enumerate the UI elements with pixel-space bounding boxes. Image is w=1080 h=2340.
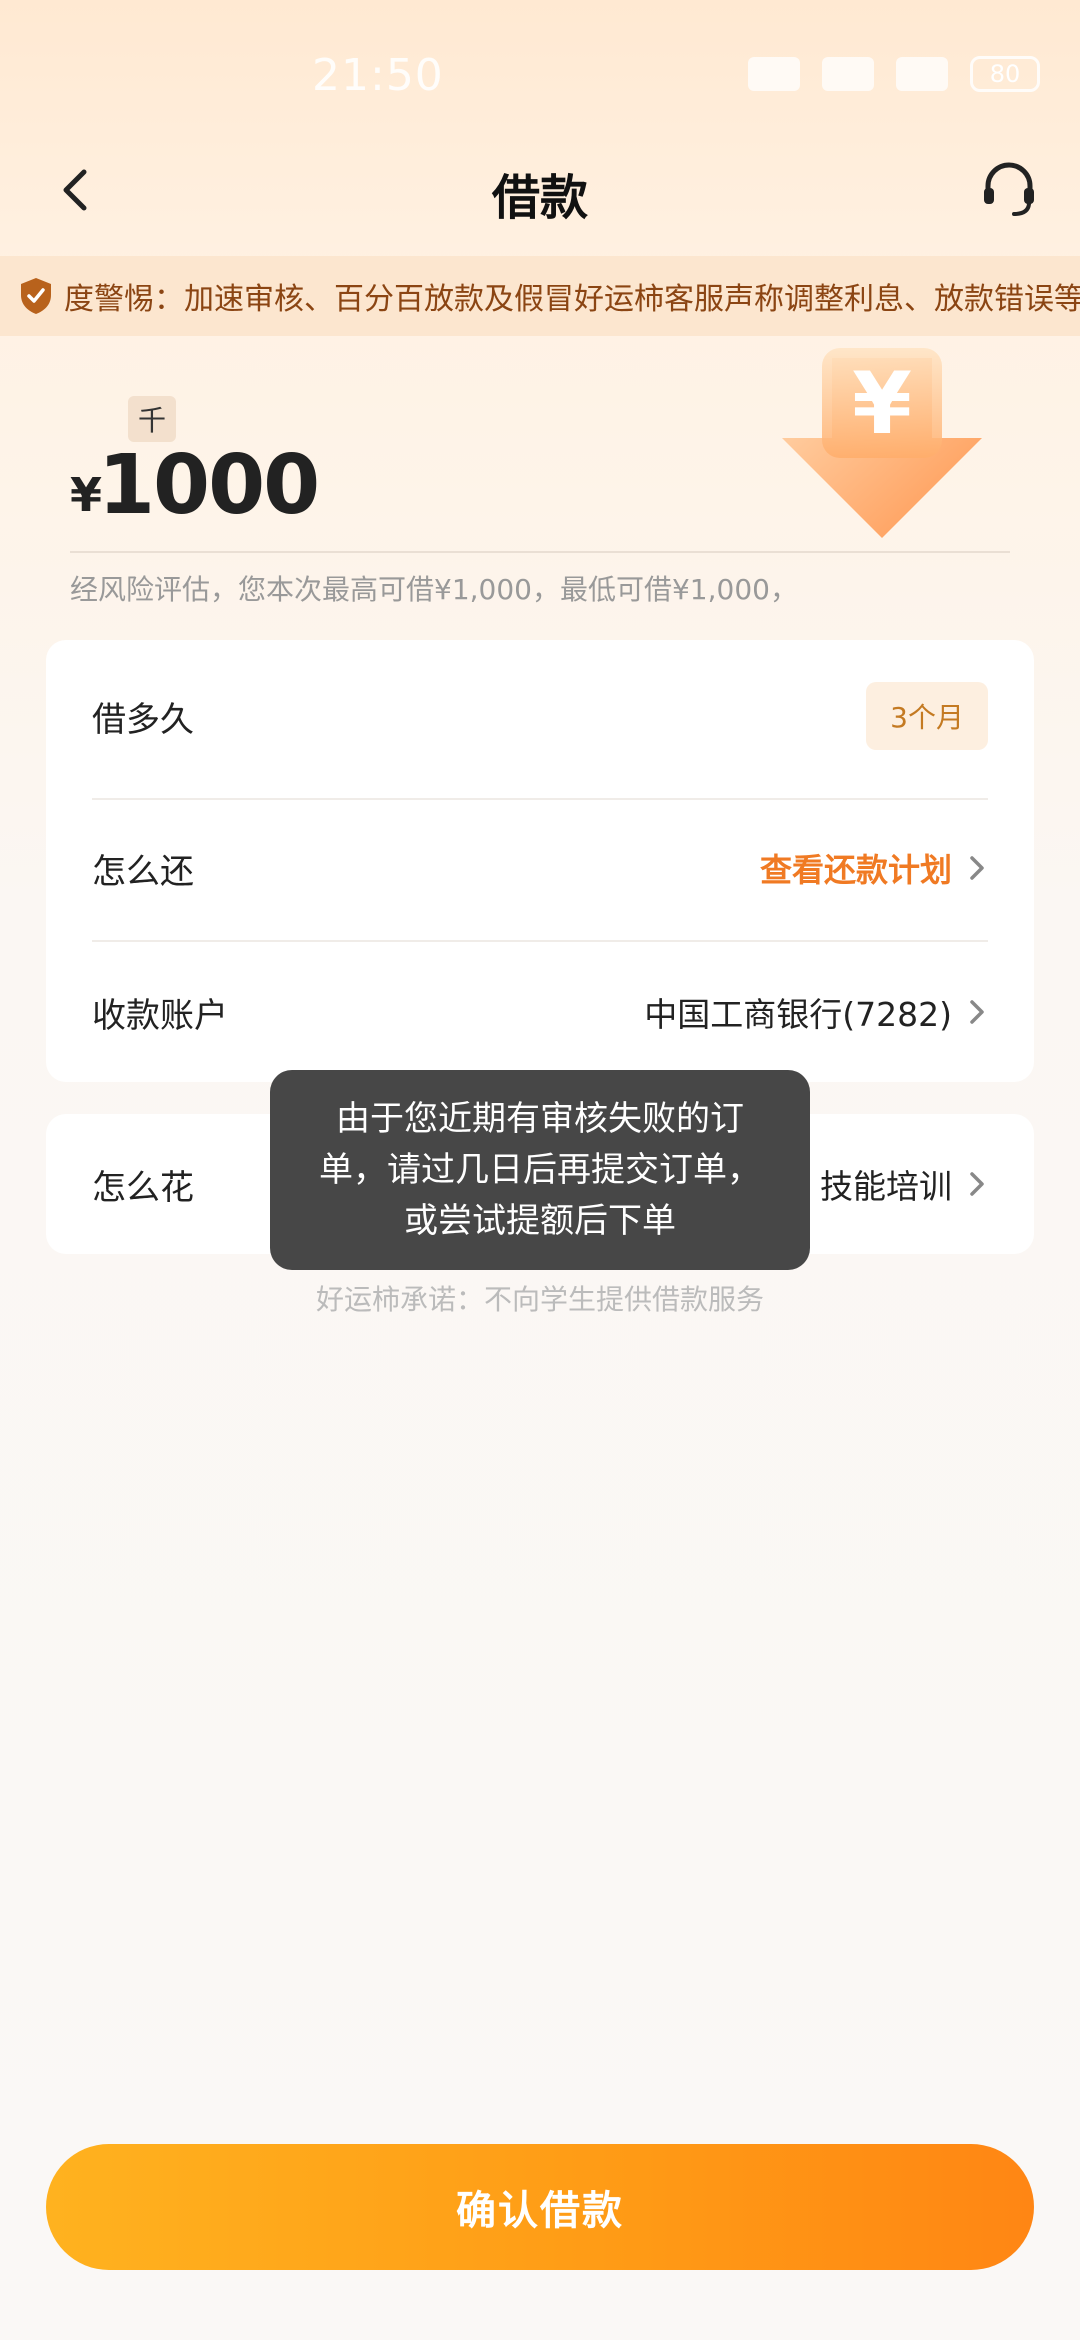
- amount-unit-tag: 千: [128, 396, 176, 442]
- signal-icon: [822, 57, 874, 91]
- customer-service-icon[interactable]: [978, 158, 1040, 220]
- error-toast: 由于您近期有审核失败的订 单，请过几日后再提交订单， 或尝试提额后下单: [270, 1070, 810, 1270]
- account-label: 收款账户: [92, 995, 228, 1036]
- status-time: 21:50: [312, 50, 444, 101]
- svg-text:¥: ¥: [852, 354, 912, 454]
- account-value: 中国工商银行(7282): [644, 995, 952, 1034]
- shield-check-icon: [21, 278, 51, 314]
- divider: [92, 798, 988, 800]
- battery-level: 80: [989, 60, 1021, 88]
- purpose-label: 怎么花: [92, 1167, 194, 1208]
- status-icons: 80: [748, 56, 1040, 92]
- purpose-value: 技能培训: [820, 1167, 952, 1206]
- loan-term-row[interactable]: 借多久 3个月: [92, 666, 988, 766]
- signal-4g-icon: [896, 57, 948, 91]
- repay-row[interactable]: 怎么还 查看还款计划: [92, 818, 988, 918]
- account-row[interactable]: 收款账户 中国工商银行(7282): [92, 962, 988, 1062]
- battery-icon: 80: [970, 56, 1040, 92]
- loan-details-card: 借多久 3个月 怎么还 查看还款计划 收款账户 中国工商银行(7282): [46, 640, 1034, 1082]
- amount-divider: [70, 551, 1010, 553]
- toast-line: 或尝试提额后下单: [404, 1201, 676, 1241]
- chevron-right-icon: [970, 1000, 984, 1024]
- confirm-loan-button[interactable]: 确认借款: [46, 2144, 1034, 2270]
- yen-arrow-illustration: ¥: [782, 348, 982, 538]
- chevron-right-icon: [970, 1172, 984, 1196]
- eye-icon: [748, 57, 800, 91]
- loan-term-tag[interactable]: 3个月: [866, 682, 988, 750]
- chevron-right-icon: [970, 856, 984, 880]
- loan-amount[interactable]: 1000: [98, 438, 320, 533]
- promise-note: 好运柿承诺：不向学生提供借款服务: [315, 1283, 764, 1316]
- toast-line: 由于您近期有审核失败的订: [336, 1099, 744, 1139]
- risk-note: 经风险评估，您本次最高可借¥1,000，最低可借¥1,000，: [70, 573, 798, 606]
- divider: [92, 940, 988, 942]
- toast-line: 单，请过几日后再提交订单，: [319, 1150, 761, 1190]
- page-title: 借款: [491, 170, 588, 226]
- header: 借款: [0, 140, 1080, 240]
- repay-label: 怎么还: [92, 851, 194, 892]
- notice-banner[interactable]: 度警惕：加速审核、百分百放款及假冒好运柿客服声称调整利息、放款错误等: [0, 256, 1080, 336]
- notice-text: 度警惕：加速审核、百分百放款及假冒好运柿客服声称调整利息、放款错误等: [64, 282, 1080, 317]
- loan-term-label: 借多久: [92, 699, 194, 740]
- repay-plan-link[interactable]: 查看还款计划: [760, 845, 952, 891]
- status-bar: 21:50 80: [0, 0, 1080, 150]
